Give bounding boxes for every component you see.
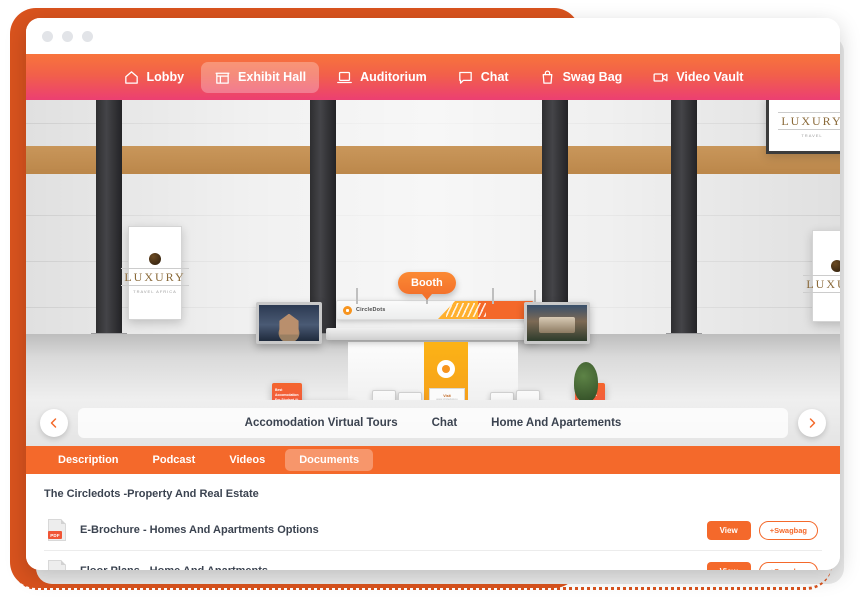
booth-kiosk[interactable] xyxy=(372,390,396,400)
booth-plant xyxy=(574,362,598,400)
booth-awning xyxy=(326,328,538,340)
chevron-left-icon xyxy=(50,418,57,428)
nav-item-auditorium[interactable]: Auditorium xyxy=(323,62,440,93)
carousel-item-chat[interactable]: Chat xyxy=(432,417,458,429)
booth-screen-left[interactable] xyxy=(256,302,322,344)
nav-item-swag-bag[interactable]: Swag Bag xyxy=(526,62,636,93)
poster-word: LUXURY xyxy=(121,267,189,286)
screen-house-image xyxy=(259,305,319,341)
hall-pillar xyxy=(91,100,127,347)
hall-pillar xyxy=(305,100,341,347)
documents-panel: The Circledots -Property And Real Estate… xyxy=(26,474,840,570)
exhibit-hall-stage[interactable]: LUXURY TRAVEL AFRICA LUXURY TRAVEL LUXUR… xyxy=(26,100,840,400)
main-navigation: Lobby Exhibit Hall Auditorium Chat Swag … xyxy=(26,54,840,100)
maximize-icon[interactable] xyxy=(82,30,93,42)
hall-pillar xyxy=(537,100,573,347)
wall-poster-luxury[interactable]: LUXURY TRAVEL AFRICA xyxy=(121,226,189,320)
video-camera-icon xyxy=(652,69,669,86)
nav-item-video-vault[interactable]: Video Vault xyxy=(639,62,756,93)
add-to-swagbag-button[interactable]: +Swagbag xyxy=(758,561,818,570)
nav-item-lobby[interactable]: Lobby xyxy=(110,62,198,93)
luxury-logo-icon xyxy=(831,259,840,272)
document-title: E-Brochure - Homes And Apartments Option… xyxy=(80,524,319,536)
poster-word: LUXURY xyxy=(803,274,840,293)
booth-brand-name: CircleDots xyxy=(356,307,386,313)
poster-sub: TRAVEL AFRICA xyxy=(133,288,177,294)
luxury-logo-icon xyxy=(149,252,161,265)
tab-podcast[interactable]: Podcast xyxy=(139,449,210,471)
laptop-icon xyxy=(336,69,353,86)
nav-label-swag-bag: Swag Bag xyxy=(562,70,623,84)
tab-videos[interactable]: Videos xyxy=(215,449,279,471)
close-icon[interactable] xyxy=(42,30,53,42)
pdf-file-icon: PDF xyxy=(48,519,66,541)
view-button[interactable]: View xyxy=(706,520,751,540)
minimize-icon[interactable] xyxy=(62,30,73,42)
nav-label-chat: Chat xyxy=(480,70,509,84)
document-row[interactable]: PDF Floor Plans - Home And Apartments Vi… xyxy=(44,551,822,570)
tab-documents[interactable]: Documents xyxy=(285,449,374,471)
booth-strut xyxy=(492,288,494,304)
chevron-right-icon xyxy=(809,418,816,428)
tab-description[interactable]: Description xyxy=(44,449,133,471)
booth-kiosk[interactable] xyxy=(516,390,540,400)
booth-banner-stripe xyxy=(438,301,533,319)
booth-kiosk[interactable] xyxy=(398,392,422,400)
carousel-prev-button[interactable] xyxy=(40,409,68,437)
nav-item-chat[interactable]: Chat xyxy=(444,62,522,93)
poster-sub: TRAVEL xyxy=(801,133,823,138)
nav-label-auditorium: Auditorium xyxy=(360,70,427,84)
booth-carousel: Accomodation Virtual Tours Chat Home And… xyxy=(26,400,840,446)
document-actions: View +Swagbag xyxy=(706,561,818,570)
wall-poster-luxury-right[interactable]: LUXURY xyxy=(803,230,840,322)
documents-heading: The Circledots -Property And Real Estate xyxy=(44,488,259,500)
circledots-ring-icon xyxy=(437,360,455,378)
screen-villa-image xyxy=(527,305,587,341)
pdf-badge-label: PDF xyxy=(48,531,62,539)
shopping-bag-icon xyxy=(539,69,556,86)
booth-badge[interactable]: Booth xyxy=(398,272,456,300)
wall-poster-luxury-travel[interactable]: LUXURY TRAVEL xyxy=(766,100,840,154)
carousel-next-button[interactable] xyxy=(798,409,826,437)
booth-rollup-left[interactable]: Best Accomodation For Student At Campus … xyxy=(272,383,302,400)
circledots-logo-icon xyxy=(343,305,352,315)
content-tabbar: Description Podcast Videos Documents xyxy=(26,446,840,474)
document-title: Floor Plans - Home And Apartments xyxy=(80,565,693,570)
storefront-icon xyxy=(214,69,231,86)
browser-window: Lobby Exhibit Hall Auditorium Chat Swag … xyxy=(26,18,840,570)
screenshot-root: Lobby Exhibit Hall Auditorium Chat Swag … xyxy=(0,0,860,600)
nav-item-exhibit-hall[interactable]: Exhibit Hall xyxy=(201,61,320,93)
add-to-swagbag-button[interactable]: +Swagbag xyxy=(758,520,818,540)
document-actions: View +Swagbag xyxy=(706,520,818,540)
booth-center-column[interactable]: Visit www.circledots.io xyxy=(424,342,468,400)
poster-word: LUXURY xyxy=(778,112,840,130)
home-icon xyxy=(123,69,140,86)
booth-screen-right[interactable] xyxy=(524,302,590,344)
carousel-item-home-apartments[interactable]: Home And Apartements xyxy=(491,417,621,429)
view-button[interactable]: View xyxy=(706,561,751,570)
booth-visit-sign: Visit www.circledots.io xyxy=(429,388,465,400)
booth-header-banner: CircleDots xyxy=(336,300,534,320)
nav-label-video-vault: Video Vault xyxy=(676,70,744,84)
document-row[interactable]: PDF E-Brochure - Homes And Apartments Op… xyxy=(44,510,822,551)
nav-label-lobby: Lobby xyxy=(146,70,185,84)
booth-strut xyxy=(356,288,358,304)
rollup-text-left: Best Accomodation For Student At Campus xyxy=(275,388,299,400)
nav-label-exhibit-hall: Exhibit Hall xyxy=(238,70,307,84)
hall-wall-band xyxy=(26,146,840,174)
window-titlebar xyxy=(26,18,840,54)
hall-pillar xyxy=(666,100,702,347)
carousel-item-virtual-tours[interactable]: Accomodation Virtual Tours xyxy=(245,417,398,429)
pdf-file-icon: PDF xyxy=(48,560,66,570)
speech-bubble-icon xyxy=(457,69,474,86)
carousel-track: Accomodation Virtual Tours Chat Home And… xyxy=(78,408,788,438)
booth-kiosk[interactable] xyxy=(490,392,514,400)
